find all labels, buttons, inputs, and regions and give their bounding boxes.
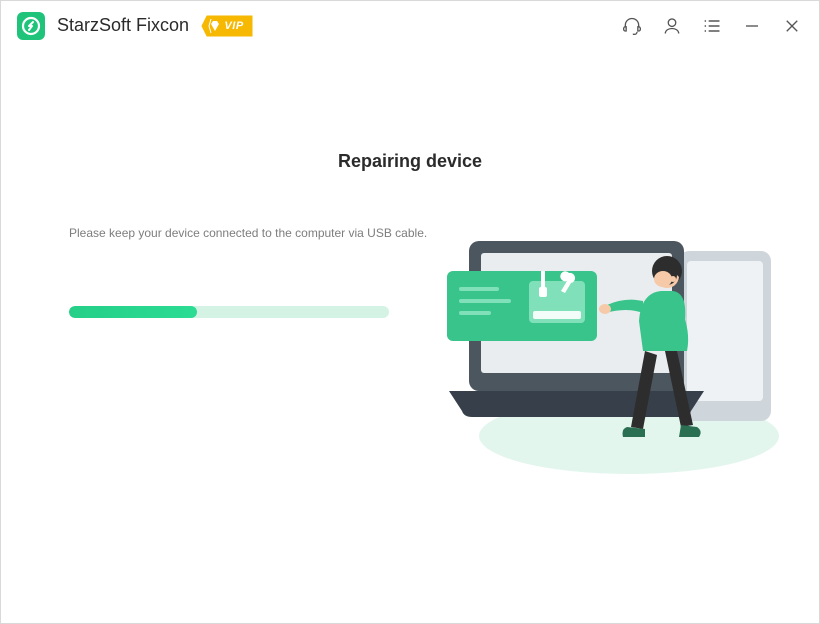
page-heading: Repairing device — [1, 151, 819, 172]
progress-bar — [69, 306, 389, 318]
menu-list-icon[interactable] — [701, 15, 723, 37]
vip-label: VIP — [224, 20, 243, 32]
vip-badge: VIP — [201, 15, 253, 37]
app-window: StarzSoft Fixcon VIP — [0, 0, 820, 624]
minimize-button[interactable] — [741, 15, 763, 37]
close-button[interactable] — [781, 15, 803, 37]
progress-fill — [69, 306, 197, 318]
main-content: Repairing device Please keep your device… — [1, 51, 819, 623]
repair-illustration — [429, 201, 789, 481]
titlebar: StarzSoft Fixcon VIP — [1, 1, 819, 51]
instruction-text: Please keep your device connected to the… — [69, 226, 427, 240]
app-title: StarzSoft Fixcon — [57, 15, 189, 36]
support-headset-icon[interactable] — [621, 15, 643, 37]
window-controls — [621, 15, 803, 37]
app-logo-icon — [17, 12, 45, 40]
account-user-icon[interactable] — [661, 15, 683, 37]
